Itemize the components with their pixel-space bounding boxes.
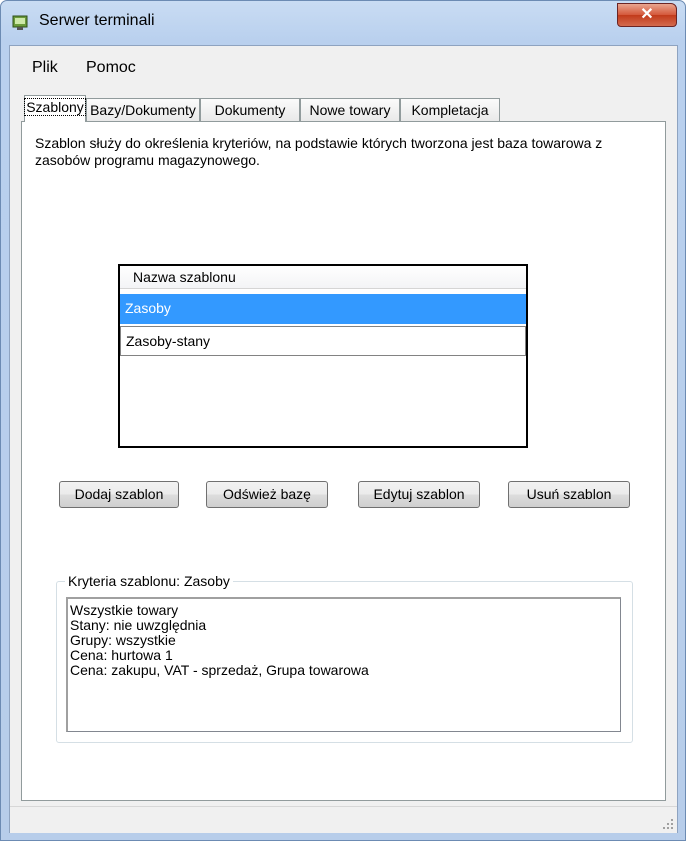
criteria-line: Stany: nie uwzględnia (70, 617, 207, 633)
criteria-legend: Kryteria szablonu: Zasoby (65, 573, 233, 589)
menu-pomoc[interactable]: Pomoc (86, 59, 136, 77)
criteria-line: Cena: hurtowa 1 (70, 647, 173, 663)
column-header-label: Nazwa szablonu (133, 269, 236, 285)
tab-bazy-dokumenty[interactable]: Bazy/Dokumenty (86, 98, 200, 121)
description-text: Szablon służy do określenia kryteriów, n… (35, 135, 603, 168)
close-button[interactable]: ✕ (617, 3, 677, 27)
tab-nowe-towary[interactable]: Nowe towary (300, 98, 400, 121)
tab-szablony[interactable]: Szablony (24, 95, 86, 122)
add-template-button[interactable]: Dodaj szablon (59, 481, 179, 508)
close-icon: ✕ (640, 6, 654, 23)
tab-dokumenty[interactable]: Dokumenty (200, 98, 300, 121)
refresh-database-button[interactable]: Odśwież bazę (206, 481, 328, 508)
menu-plik[interactable]: Plik (32, 59, 58, 77)
criteria-line: Grupy: wszystkie (70, 632, 176, 648)
delete-template-button[interactable]: Usuń szablon (508, 481, 630, 508)
list-item[interactable]: Zasoby (120, 294, 526, 324)
window-title: Serwer terminali (39, 12, 155, 29)
criteria-groupbox: Kryteria szablonu: Zasoby Wszystkie towa… (56, 573, 633, 743)
criteria-textarea[interactable]: Wszystkie towary Stany: nie uwzględnia G… (66, 597, 621, 732)
edit-template-button[interactable]: Edytuj szablon (358, 481, 480, 508)
criteria-line: Wszystkie towary (70, 602, 179, 618)
menu-bar: Plik Pomoc (10, 46, 677, 86)
resize-grip-icon[interactable] (662, 818, 674, 830)
title-bar[interactable]: Serwer terminali ✕ (1, 1, 685, 41)
criteria-line: Cena: zakupu, VAT - sprzedaż, Grupa towa… (70, 662, 369, 678)
template-list[interactable]: Nazwa szablonu Zasoby Zasoby-stany (118, 264, 528, 448)
app-window: Serwer terminali ✕ Plik Pomoc Szablony B… (0, 0, 686, 841)
column-header-name[interactable]: Nazwa szablonu (120, 266, 526, 289)
tab-kompletacja[interactable]: Kompletacja (400, 98, 500, 121)
server-app-icon (12, 15, 28, 30)
tab-panel-szablony: Szablon służy do określenia kryteriów, n… (21, 121, 666, 801)
list-item[interactable]: Zasoby-stany (120, 326, 526, 356)
tab-label: Szablony (24, 98, 86, 116)
client-area: Plik Pomoc Szablony Bazy/Dokumenty Dokum… (9, 45, 678, 833)
status-bar (10, 806, 677, 833)
